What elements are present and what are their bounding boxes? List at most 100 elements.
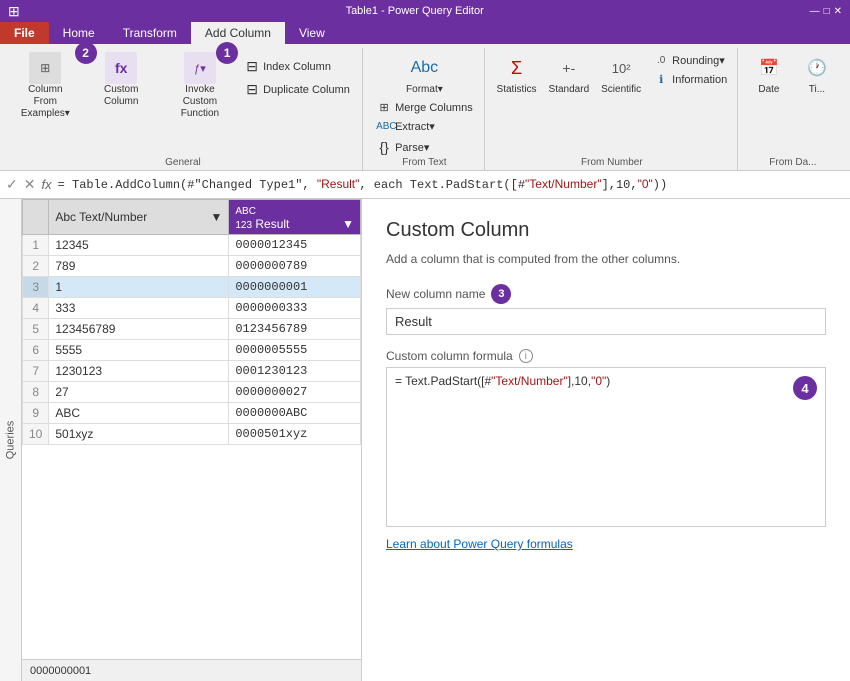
ribbon-group-general: ⊞ Column FromExamples▾ fx Custom Column … bbox=[4, 48, 363, 170]
rounding-icon: .0 bbox=[653, 55, 669, 66]
scientific-icon: 10² bbox=[605, 52, 637, 84]
queries-sidebar: Queries bbox=[0, 199, 22, 681]
from-date-label: From Da... bbox=[769, 157, 816, 170]
statistics-button[interactable]: Σ Statistics bbox=[493, 50, 541, 97]
table-row[interactable]: 4 333 0000000333 bbox=[23, 298, 361, 319]
table-row[interactable]: 3 1 0000000001 bbox=[23, 277, 361, 298]
row-num: 6 bbox=[23, 340, 49, 361]
formula-label-row: Custom column formula i bbox=[386, 349, 826, 363]
from-number-label: From Number bbox=[581, 157, 643, 170]
app-icon: ⊞ bbox=[8, 3, 20, 20]
formula-info-icon[interactable]: i bbox=[519, 349, 533, 363]
fx-label: fx bbox=[41, 177, 51, 192]
status-bar: 0000000001 bbox=[22, 659, 361, 681]
duplicate-icon: ⊟ bbox=[244, 81, 260, 98]
row-num: 9 bbox=[23, 403, 49, 424]
ribbon-group-from-date: 📅 Date 🕐 Ti... From Da... bbox=[740, 48, 846, 170]
row-num: 1 bbox=[23, 235, 49, 256]
custom-column-panel: Custom Column Add a column that is compu… bbox=[362, 199, 850, 681]
from-date-buttons: 📅 Date 🕐 Ti... bbox=[747, 50, 839, 157]
table-row[interactable]: 10 501xyz 0000501xyz bbox=[23, 424, 361, 445]
scientific-button[interactable]: 10² Scientific bbox=[597, 50, 645, 97]
status-value: 0000000001 bbox=[30, 665, 91, 677]
ribbon-group-from-text: Abc Format▾ ⊞ Merge Columns ABC Extract▾… bbox=[365, 48, 485, 170]
formula-cancel-btn[interactable]: ✕ bbox=[24, 176, 36, 193]
invoke-function-wrapper: ƒ▾ Invoke CustomFunction 1 bbox=[164, 50, 236, 122]
table-row[interactable]: 7 1230123 0001230123 bbox=[23, 361, 361, 382]
text-value: 27 bbox=[49, 382, 229, 403]
data-table: Abc Text/Number ▼ ABC123 Result ▼ 1 1234… bbox=[22, 199, 361, 445]
new-column-name-label: New column name 3 bbox=[386, 284, 826, 304]
date-button[interactable]: 📅 Date bbox=[747, 50, 791, 97]
format-button[interactable]: Abc Format▾ bbox=[372, 50, 477, 97]
table-row[interactable]: 1 12345 0000012345 bbox=[23, 235, 361, 256]
date-icon: 📅 bbox=[753, 52, 785, 84]
result-value: 0000000789 bbox=[229, 256, 361, 277]
table-row[interactable]: 6 5555 0000005555 bbox=[23, 340, 361, 361]
formula-display-bar: = Table.AddColumn(#"Changed Type1", "Res… bbox=[58, 177, 844, 192]
standard-button[interactable]: +- Standard bbox=[545, 50, 594, 97]
custom-column-wrapper: fx Custom Column 2 bbox=[83, 50, 160, 110]
information-button[interactable]: ℹ Information bbox=[649, 71, 731, 88]
formula-bar: ✓ ✕ fx = Table.AddColumn(#"Changed Type1… bbox=[0, 171, 850, 199]
merge-columns-button[interactable]: ⊞ Merge Columns bbox=[372, 99, 477, 116]
learn-link[interactable]: Learn about Power Query formulas bbox=[386, 537, 826, 551]
column-examples-icon: ⊞ bbox=[29, 52, 61, 84]
standard-icon: +- bbox=[553, 52, 585, 84]
ribbon-group-from-number: Σ Statistics +- Standard 10² Scientific … bbox=[487, 48, 738, 170]
result-value: 0000000001 bbox=[229, 277, 361, 298]
table-row[interactable]: 2 789 0000000789 bbox=[23, 256, 361, 277]
parse-button[interactable]: {} Parse▾ bbox=[372, 137, 477, 157]
tab-add-column[interactable]: Add Column bbox=[191, 22, 285, 44]
formula-check-btn[interactable]: ✓ bbox=[6, 176, 18, 193]
index-column-button[interactable]: ⊟ Index Column bbox=[240, 56, 354, 77]
table-row[interactable]: 5 123456789 0123456789 bbox=[23, 319, 361, 340]
window-controls[interactable]: — □ ✕ bbox=[810, 6, 842, 17]
ribbon-content: ⊞ Column FromExamples▾ fx Custom Column … bbox=[0, 44, 850, 170]
main-area: Queries Abc Text/Number ▼ ABC123 Result … bbox=[0, 199, 850, 681]
from-text-stack: Abc Format▾ ⊞ Merge Columns ABC Extract▾… bbox=[372, 50, 477, 157]
general-label: General bbox=[165, 157, 201, 170]
text-value: 333 bbox=[49, 298, 229, 319]
result-value: 0000501xyz bbox=[229, 424, 361, 445]
general-buttons: ⊞ Column FromExamples▾ fx Custom Column … bbox=[12, 50, 354, 157]
result-value: 0000000333 bbox=[229, 298, 361, 319]
badge-3: 3 bbox=[491, 284, 511, 304]
rounding-button[interactable]: .0 Rounding▾ bbox=[649, 52, 731, 69]
parse-icon: {} bbox=[376, 139, 392, 155]
tab-file[interactable]: File bbox=[0, 22, 49, 44]
from-number-buttons: Σ Statistics +- Standard 10² Scientific … bbox=[493, 50, 732, 157]
col-result-header[interactable]: ABC123 Result ▼ bbox=[229, 200, 361, 235]
title-bar: ⊞ Table1 - Power Query Editor — □ ✕ bbox=[0, 0, 850, 22]
badge-4: 4 bbox=[793, 376, 817, 400]
result-value: 0000000ABC bbox=[229, 403, 361, 424]
col-text-header[interactable]: Abc Text/Number ▼ bbox=[49, 200, 229, 235]
time-icon: 🕐 bbox=[801, 52, 833, 84]
tab-home[interactable]: Home bbox=[49, 22, 109, 44]
extract-button[interactable]: ABC Extract▾ bbox=[372, 118, 477, 135]
text-value: 789 bbox=[49, 256, 229, 277]
minimize-btn[interactable]: — bbox=[810, 6, 820, 17]
index-duplicate-group: ⊟ Index Column ⊟ Duplicate Column bbox=[240, 56, 354, 100]
col-num-header bbox=[23, 200, 49, 235]
row-num: 3 bbox=[23, 277, 49, 298]
row-num: 5 bbox=[23, 319, 49, 340]
tab-view[interactable]: View bbox=[285, 22, 339, 44]
information-icon: ℹ bbox=[653, 73, 669, 86]
table-row[interactable]: 8 27 0000000027 bbox=[23, 382, 361, 403]
duplicate-column-button[interactable]: ⊟ Duplicate Column bbox=[240, 79, 354, 100]
tab-transform[interactable]: Transform bbox=[109, 22, 191, 44]
format-icon: Abc bbox=[408, 52, 440, 84]
text-value: 1230123 bbox=[49, 361, 229, 382]
close-btn[interactable]: ✕ bbox=[834, 6, 842, 17]
title-text: Table1 - Power Query Editor bbox=[26, 5, 804, 17]
col-text-dropdown[interactable]: ▼ bbox=[210, 210, 222, 224]
column-from-examples-button[interactable]: ⊞ Column FromExamples▾ bbox=[12, 50, 79, 122]
col-result-dropdown[interactable]: ▼ bbox=[342, 217, 354, 231]
invoke-icon: ƒ▾ bbox=[184, 52, 216, 84]
time-button[interactable]: 🕐 Ti... bbox=[795, 50, 839, 97]
table-row[interactable]: 9 ABC 0000000ABC bbox=[23, 403, 361, 424]
column-name-input[interactable] bbox=[386, 308, 826, 335]
maximize-btn[interactable]: □ bbox=[824, 6, 830, 17]
formula-editor[interactable]: = Text.PadStart([#"Text/Number"],10,"0")… bbox=[386, 367, 826, 527]
